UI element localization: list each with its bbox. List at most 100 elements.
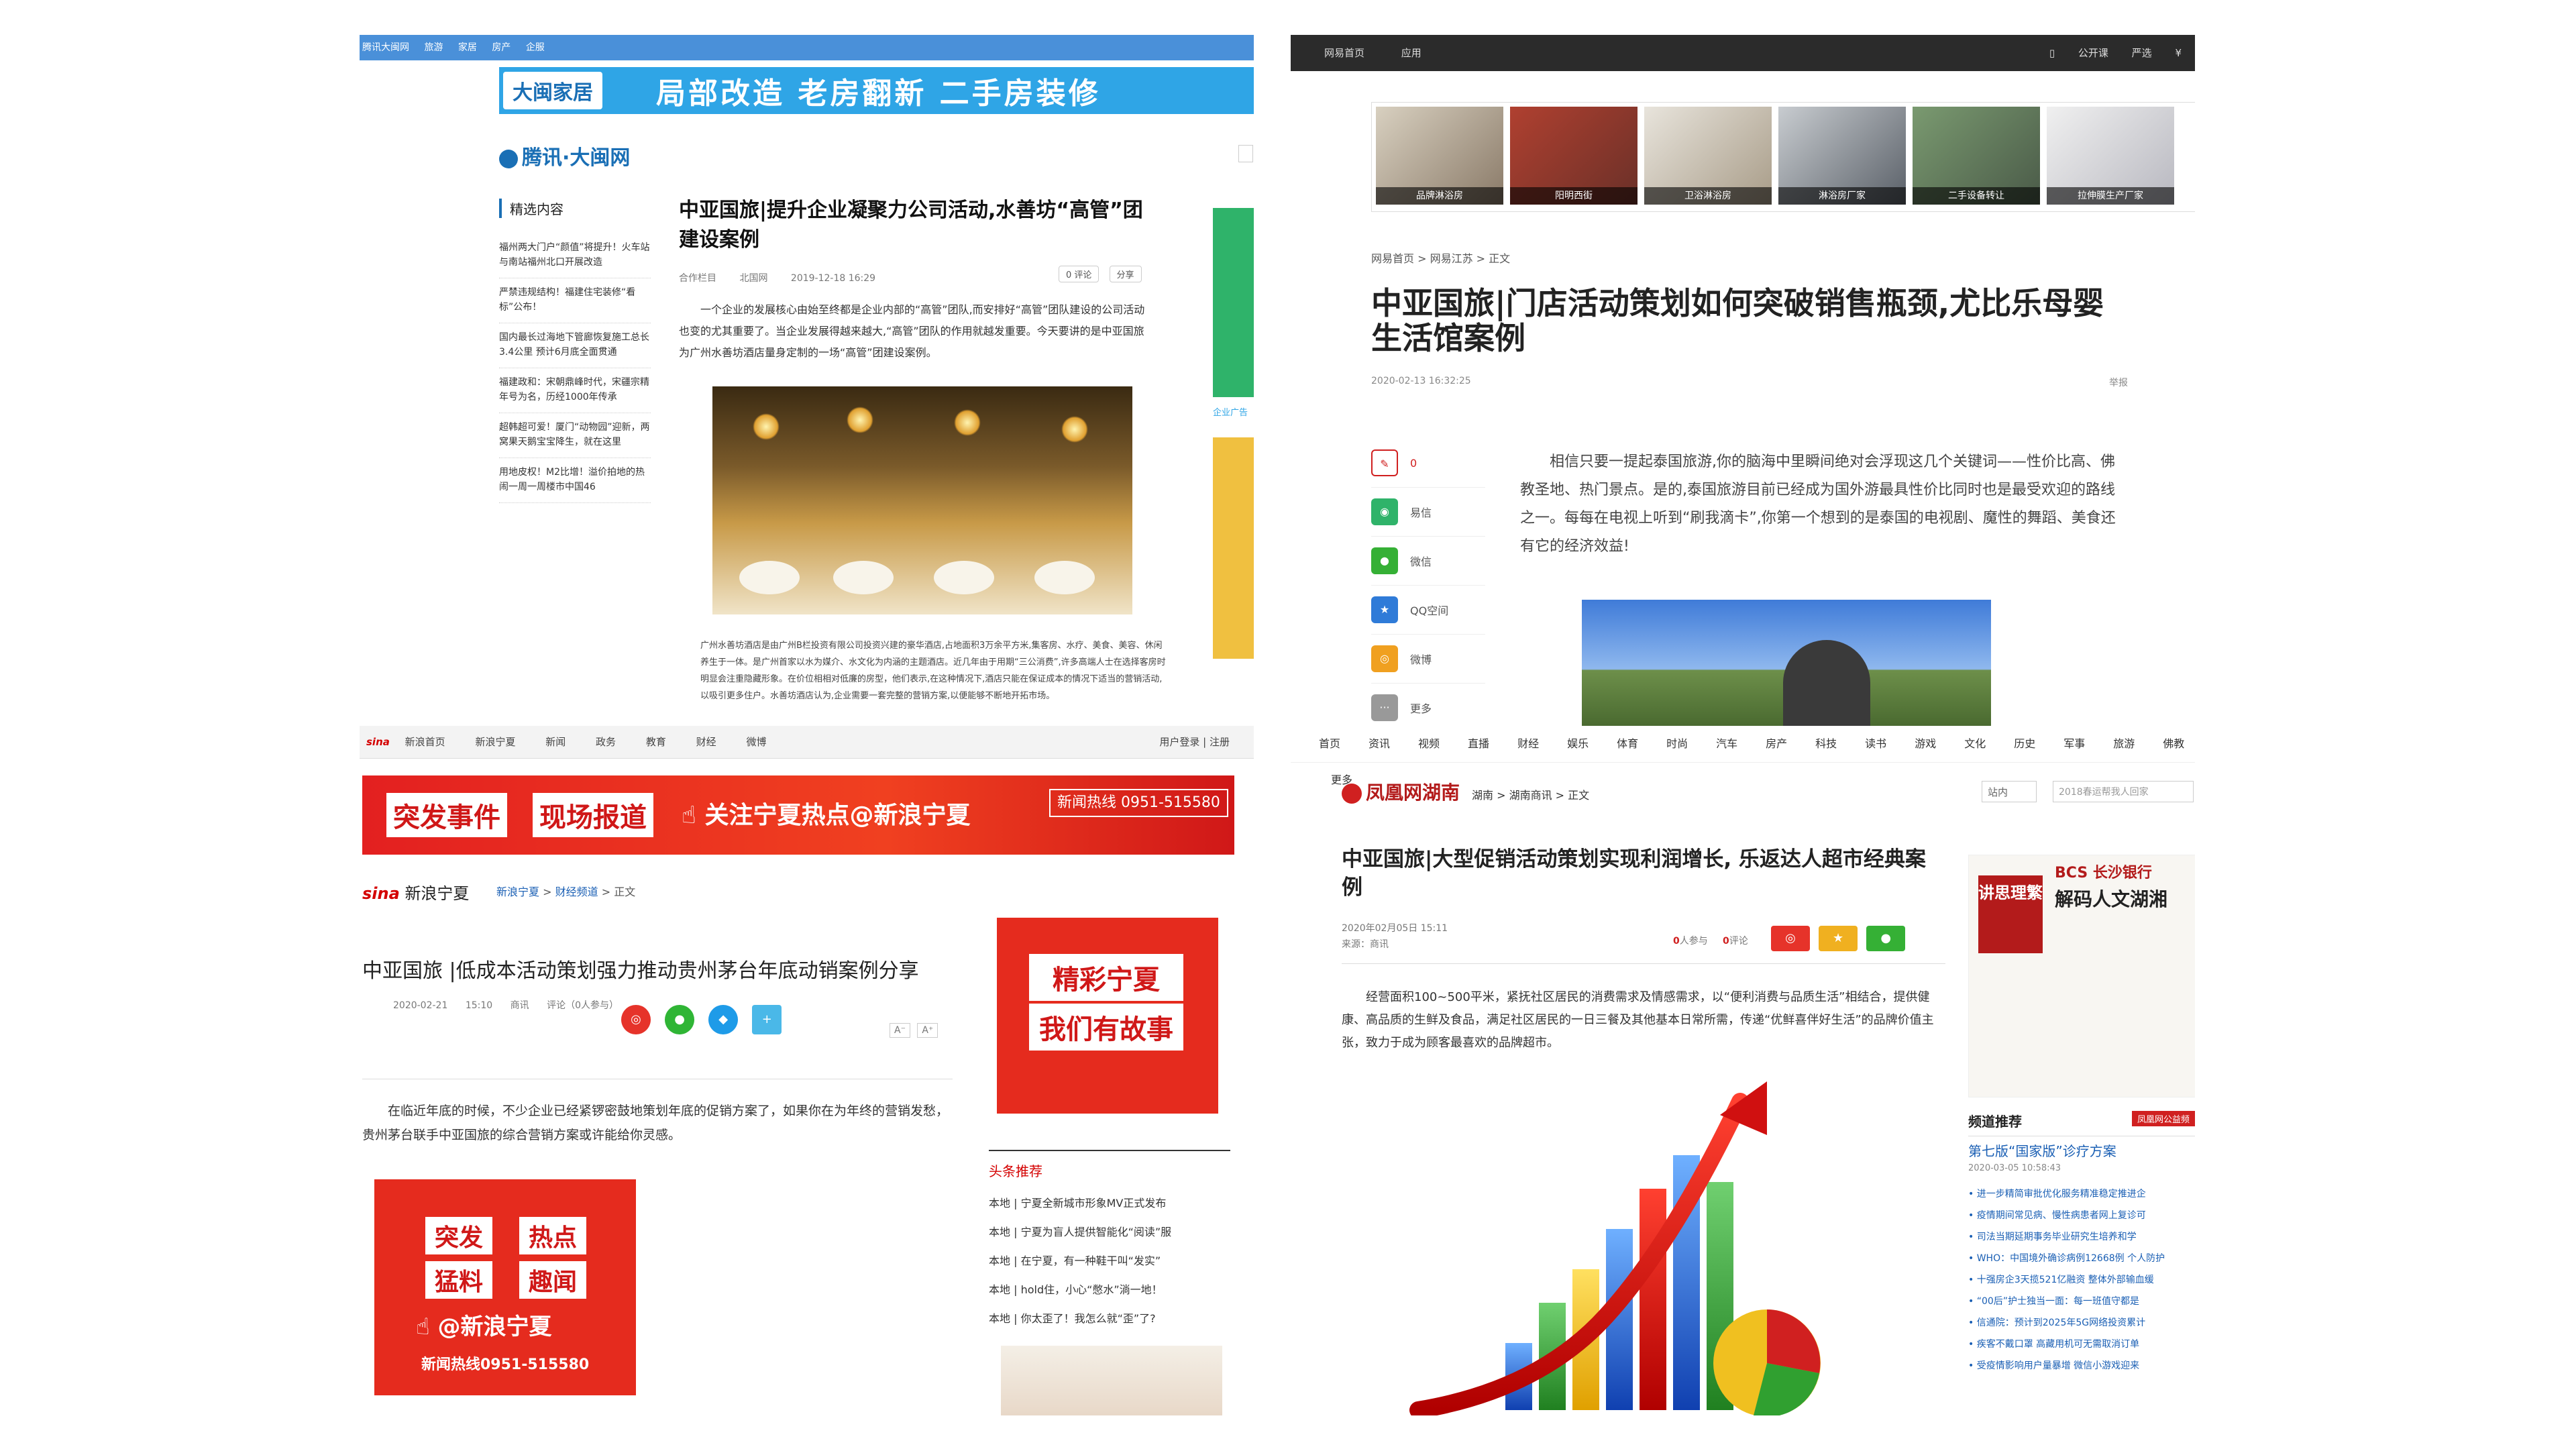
side-ad[interactable] [1213, 437, 1254, 659]
font-decrease-button[interactable]: A⁻ [890, 1023, 910, 1038]
list-item[interactable]: 本地 | 宁夏全新城市形象MV正式发布 [989, 1189, 1230, 1218]
site-logo[interactable]: 凤凰网湖南 [1342, 778, 1460, 805]
login-link[interactable]: 用户登录 [1159, 736, 1199, 748]
nav-link[interactable]: 体育 [1617, 737, 1638, 750]
share-wechat-button[interactable]: ● 微信 [1371, 537, 1485, 586]
nav-link[interactable]: 军事 [2063, 737, 2085, 750]
search-scope-select[interactable]: 站内 [1982, 781, 2037, 802]
nav-link[interactable]: 时尚 [1666, 737, 1688, 750]
nav-link[interactable]: 房产 [1766, 737, 1787, 750]
breadcrumb[interactable]: 网易首页 > 网易江苏 > 正文 [1371, 250, 1510, 266]
nav-link[interactable]: 娱乐 [1567, 737, 1589, 750]
nav-link[interactable]: 游戏 [1915, 737, 1936, 750]
search-input[interactable]: 2018春运帮我人回家 [2053, 781, 2194, 802]
list-item[interactable]: • 疫情期间常见病、慢性病患者网上复诊可 [1968, 1205, 2195, 1226]
nav-link[interactable]: 新闻 [545, 736, 566, 748]
nav-link[interactable]: 微博 [746, 736, 766, 748]
wechat-icon[interactable]: ● [1866, 926, 1906, 951]
breaking-news-banner-ad[interactable]: 突发事件 现场报道 ☝ 关注宁夏热点@新浪宁夏 新闻热线 0951-515580 [362, 775, 1234, 855]
breadcrumb[interactable]: 湖南 > 湖南商讯 > 正文 [1472, 786, 1589, 802]
weibo-icon[interactable]: ◎ [621, 1005, 651, 1034]
list-item[interactable]: • 进一步精简审批优化服务精准稳定推进企 [1968, 1183, 2195, 1205]
topbar-link[interactable]: 应用 [1401, 47, 1421, 59]
share-more-button[interactable]: ··· 更多 [1371, 684, 1485, 726]
qzone-icon[interactable]: ★ [1819, 926, 1858, 951]
side-promo-ad[interactable]: 精彩宁夏 我们有故事 [997, 918, 1218, 1114]
share-yixin-button[interactable]: ◉ 易信 [1371, 488, 1485, 537]
list-item[interactable]: 超韩超可爱！厦门“动物园”迎新，两窝果天鹅宝宝降生，就在这里 [499, 413, 651, 458]
nav-link[interactable]: 首页 [1319, 737, 1340, 750]
breadcrumb-link[interactable]: 财经频道 [555, 885, 598, 898]
ad-tile[interactable]: 卫浴淋浴房 [1644, 107, 1772, 205]
list-item[interactable]: 本地 | 在宁夏，有一种鞋干叫“发实” [989, 1246, 1230, 1275]
side-image[interactable] [1001, 1346, 1222, 1415]
nav-link[interactable]: 财经 [1517, 737, 1539, 750]
topbar-link[interactable]: 公开课 [2078, 47, 2108, 59]
ad-tile[interactable]: 拉伸膜生产厂家 [2047, 107, 2174, 205]
qq-icon[interactable]: ◆ [708, 1005, 739, 1034]
ad-tile[interactable]: 淋浴房厂家 [1778, 107, 1906, 205]
topbar-link[interactable]: 腾讯大闽网 [362, 42, 409, 53]
list-item[interactable]: • 司法当期延期事务毕业研究生培养和学 [1968, 1226, 2195, 1248]
nav-link[interactable]: 资讯 [1368, 737, 1390, 750]
comment-link[interactable]: 评论（0人参与） [547, 1000, 619, 1011]
topbar-link[interactable]: 房产 [492, 42, 511, 53]
wechat-icon[interactable]: ● [665, 1005, 695, 1034]
topbar-link[interactable]: 网易首页 [1324, 47, 1364, 59]
list-item[interactable]: • WHO：中国境外确诊病例12668例 个人防护 [1968, 1248, 2195, 1269]
list-item[interactable]: 本地 | hold住，小心“憋水”淌一地！ [989, 1275, 1230, 1304]
list-item[interactable]: 本地 | 你太歪了！我怎么就“歪”了? [989, 1304, 1230, 1333]
nav-link[interactable]: 新浪宁夏 [475, 736, 515, 748]
nav-link[interactable]: 历史 [2014, 737, 2035, 750]
topbar-link[interactable]: 严选 [2132, 47, 2152, 59]
nav-link[interactable]: 政务 [596, 736, 616, 748]
mobile-icon[interactable]: ▯ [2049, 47, 2055, 59]
nav-link[interactable]: 读书 [1865, 737, 1886, 750]
nav-link[interactable]: 新浪首页 [405, 736, 445, 748]
list-item[interactable]: • 受疫情影响用户量暴增 微信小游戏迎来 [1968, 1355, 2195, 1377]
breadcrumb-link[interactable]: 新浪宁夏 [496, 885, 539, 898]
bank-culture-ad[interactable]: 讲思理繁 BCS 长沙银行 解码人文湖湘 [1968, 855, 2195, 1097]
topbar-link[interactable]: ¥ [2175, 47, 2182, 59]
side-ad[interactable] [1213, 208, 1254, 397]
list-item[interactable]: 本地 | 宁夏为盲人提供智能化“阅读”服 [989, 1218, 1230, 1246]
nav-link[interactable]: 教育 [646, 736, 666, 748]
topbar-link[interactable]: 家居 [458, 42, 477, 53]
report-link[interactable]: 举报 [2109, 376, 2128, 389]
list-item[interactable]: 福州两大门户“颜值”将提升！火车站与南站福州北口开展改造 [499, 233, 651, 278]
nav-link[interactable]: 汽车 [1716, 737, 1737, 750]
nav-link[interactable]: 文化 [1964, 737, 1986, 750]
register-link[interactable]: 注册 [1210, 736, 1230, 748]
share-qzone-button[interactable]: ★ QQ空间 [1371, 586, 1485, 635]
ad-tile[interactable]: 阳明西街 [1510, 107, 1638, 205]
ad-tile[interactable]: 品牌淋浴房 [1376, 107, 1503, 205]
list-item[interactable]: • 疾客不戴口罩 高藏用机可无需取消订单 [1968, 1334, 2195, 1355]
comments-link[interactable]: 评论 [1729, 936, 1748, 947]
nav-link[interactable]: 旅游 [2113, 737, 2135, 750]
nav-link[interactable]: 视频 [1418, 737, 1440, 750]
list-item[interactable]: 严禁违规结构！福建住宅装修“看标”公布！ [499, 278, 651, 323]
featured-headline[interactable]: 第七版“国家版”诊疗方案 [1968, 1140, 2116, 1160]
font-increase-button[interactable]: A⁺ [917, 1023, 938, 1038]
list-item[interactable]: • “00后”护士独当一面：每一班值守都是 [1968, 1291, 2195, 1312]
list-item[interactable]: 国内最长过海地下管廊恢复施工总长3.4公里 预计6月底全面贯通 [499, 323, 651, 368]
topbar-link[interactable]: 企服 [526, 42, 545, 53]
share-button[interactable]: 分享 [1109, 266, 1142, 282]
comment-count-button[interactable]: ✎ 0 [1371, 439, 1485, 488]
nav-link[interactable]: 佛教 [2163, 737, 2184, 750]
nav-link[interactable]: 财经 [696, 736, 716, 748]
sina-logo[interactable]: sina [366, 736, 390, 748]
comment-button[interactable]: 0 评论 [1059, 266, 1099, 282]
site-brand[interactable]: 腾讯·大闽网 [499, 141, 630, 170]
list-item[interactable]: 福建政和：宋朝鼎峰时代，宋疆宗精年号为名，历经1000年传承 [499, 368, 651, 413]
nav-link[interactable]: 直播 [1468, 737, 1489, 750]
list-item[interactable]: • 信通院：预计到2025年5G网络投资累计 [1968, 1312, 2195, 1334]
list-item[interactable]: • 十强房企3天揽521亿融资 整体外部输血缓 [1968, 1269, 2195, 1291]
nav-link[interactable]: 科技 [1815, 737, 1837, 750]
topbar-link[interactable]: 旅游 [424, 42, 443, 53]
share-weibo-button[interactable]: ◎ 微博 [1371, 635, 1485, 684]
more-share-icon[interactable]: + [752, 1005, 782, 1034]
expand-icon[interactable] [1238, 145, 1253, 162]
list-item[interactable]: 用地皮权！M2比增！溢价拍地的热闹一周一周楼市中国46 [499, 458, 651, 503]
channel-tag[interactable]: 凤凰网公益频 [2131, 1111, 2195, 1126]
